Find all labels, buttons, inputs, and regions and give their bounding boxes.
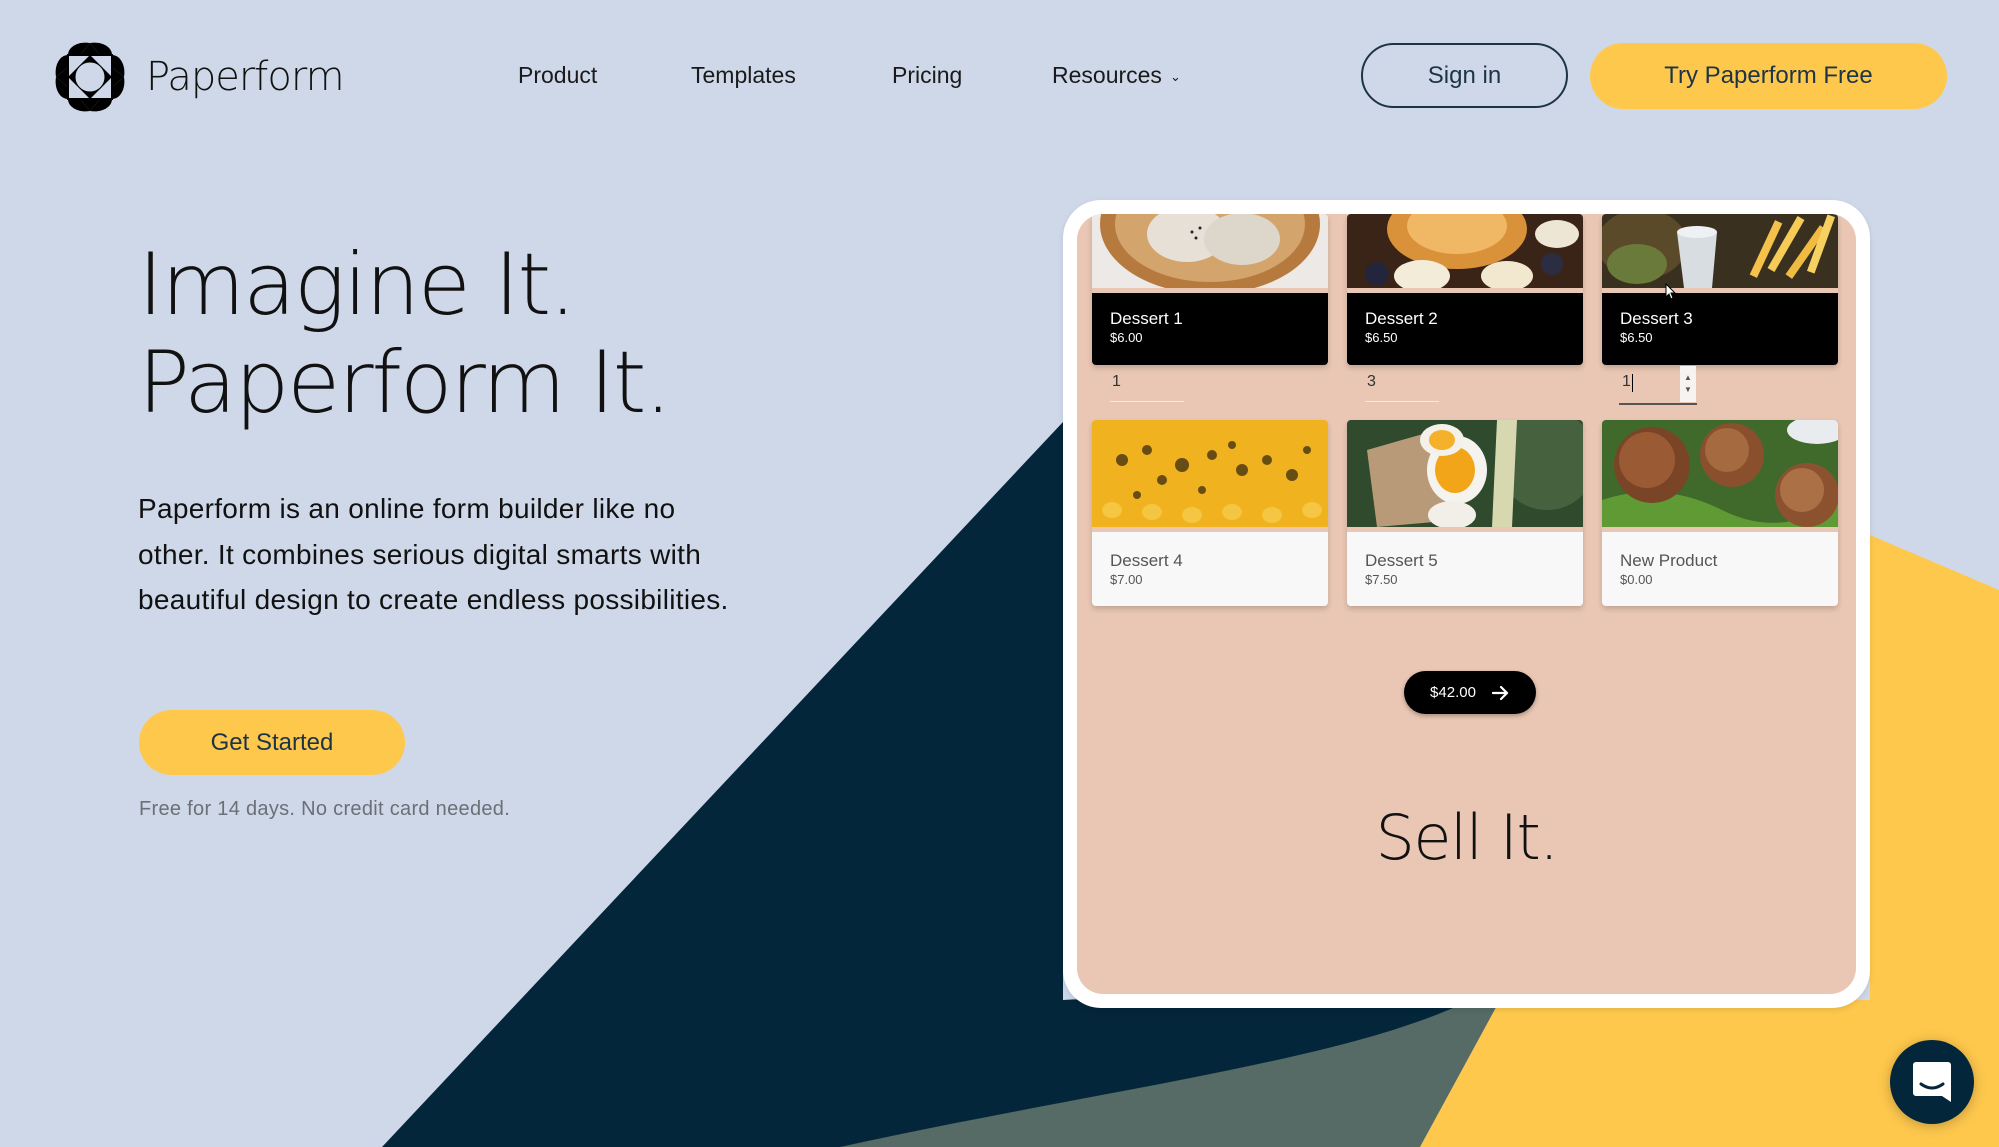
logo[interactable]: Paperform [54,41,345,113]
product-price: $0.00 [1620,572,1653,587]
product-price: $6.50 [1620,330,1653,345]
nav-templates[interactable]: Templates [691,62,796,89]
nav-resources-label: Resources [1052,62,1162,88]
product-image-meatballs [1602,420,1838,527]
hero-headline: Imagine It. Paperform It. [138,235,672,433]
product-image-pancakes [1347,214,1583,292]
product-image-dumplings [1092,214,1328,294]
nav-pricing[interactable]: Pricing [892,62,962,89]
product-card[interactable]: Dessert 2 $6.50 [1347,214,1583,365]
product-image-eggs [1347,420,1583,529]
site-header: Paperform Product Templates Pricing Reso… [0,0,1999,155]
quantity-underline [1365,401,1439,402]
product-image-burger-fries [1602,214,1838,288]
product-card[interactable]: Dessert 4 $7.00 [1092,420,1328,606]
nav-product[interactable]: Product [518,62,597,89]
nav-resources[interactable]: Resources ⌄ [1052,62,1181,89]
product-name: Dessert 5 [1365,551,1438,570]
chat-launcher-button[interactable] [1890,1040,1974,1124]
product-demo-mockup: Dessert 1 $6.00 Dessert 2 $6.50 Dessert … [1063,200,1870,1008]
hero-description: Paperform is an online form builder like… [138,493,729,615]
product-card[interactable]: Dessert 1 $6.00 [1092,214,1328,365]
logo-text: Paperform [146,54,345,100]
product-card[interactable]: New Product $0.00 [1602,420,1838,606]
text-caret [1632,374,1633,392]
product-name: Dessert 2 [1365,309,1438,328]
quantity-underline [1619,403,1697,405]
chevron-down-icon: ⌄ [1169,68,1181,84]
mouse-cursor-icon [1665,283,1677,300]
try-free-button[interactable]: Try Paperform Free [1590,43,1947,109]
product-name: Dessert 1 [1110,309,1183,328]
product-price: $6.00 [1110,330,1143,345]
quantity-input[interactable]: 1 [1112,373,1121,391]
quantity-underline [1110,401,1184,402]
paperform-logo-icon [55,42,125,112]
product-card[interactable]: Dessert 3 $6.50 [1602,214,1838,365]
total-amount: $42.00 [1430,684,1476,701]
product-name: Dessert 3 [1620,309,1693,328]
quantity-stepper[interactable]: ▲ ▼ [1680,366,1696,402]
arrow-right-icon [1491,685,1509,700]
chat-icon [1913,1062,1951,1102]
sign-in-button[interactable]: Sign in [1361,43,1568,108]
headline-line-1: Imagine It. [138,235,577,335]
checkout-total-button[interactable]: $42.00 [1404,671,1536,714]
stepper-down-icon[interactable]: ▼ [1684,384,1692,396]
mockup-tagline: Sell It. [1375,801,1559,874]
quantity-input-active[interactable]: 1 [1622,373,1631,391]
product-price: $7.50 [1365,572,1398,587]
get-started-button[interactable]: Get Started [139,710,405,775]
headline-line-2: Paperform It. [138,333,672,433]
product-name: Dessert 4 [1110,551,1183,570]
product-name: New Product [1620,551,1718,570]
product-price: $7.00 [1110,572,1143,587]
demo-screen: Dessert 1 $6.00 Dessert 2 $6.50 Dessert … [1077,214,1856,994]
product-price: $6.50 [1365,330,1398,345]
product-image-corn [1092,420,1328,527]
trial-note: Free for 14 days. No credit card needed. [139,798,511,820]
quantity-input[interactable]: 3 [1367,373,1376,391]
product-card[interactable]: Dessert 5 $7.50 [1347,420,1583,606]
stepper-up-icon[interactable]: ▲ [1684,372,1692,384]
